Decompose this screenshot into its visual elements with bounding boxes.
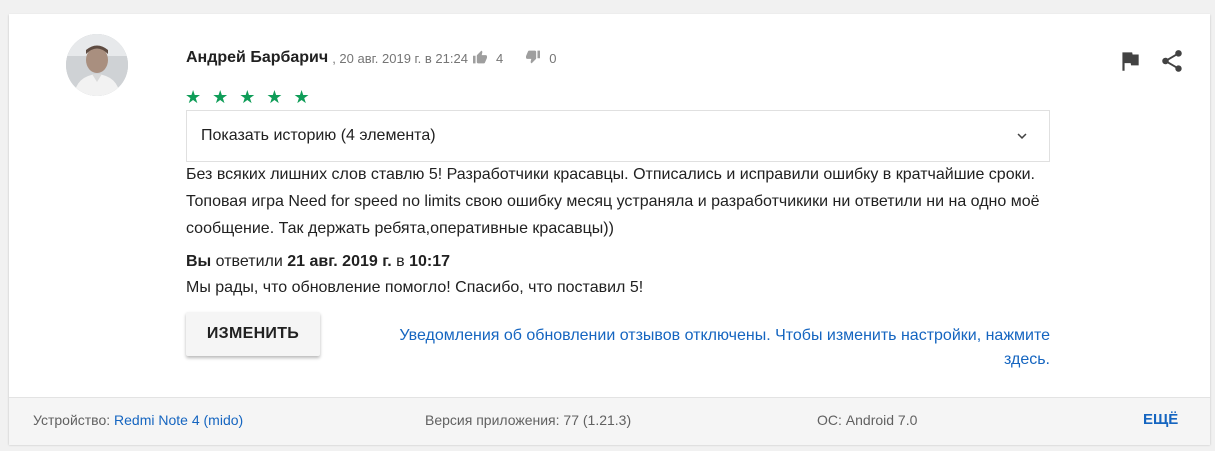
reply-time: 10:17	[409, 253, 451, 270]
history-dropdown[interactable]: Показать историю (4 элемента)	[186, 110, 1050, 162]
history-label: Показать историю (4 элемента)	[201, 127, 436, 144]
version-value: 77 (1.21.3)	[563, 412, 632, 428]
os-label: ОС:	[817, 412, 842, 428]
author-name: Андрей Барбарич	[186, 49, 329, 66]
review-header: Андрей Барбарич , 20 авг. 2019 г. в 21:2…	[186, 49, 556, 67]
thumb-up-icon[interactable]	[472, 50, 488, 67]
app-version: Версия приложения: 77 (1.21.3)	[425, 412, 631, 428]
reply-author: Вы	[186, 253, 212, 270]
os-value: Android 7.0	[845, 412, 918, 428]
review-card: Андрей Барбарич , 20 авг. 2019 г. в 21:2…	[9, 14, 1210, 445]
flag-icon[interactable]	[1117, 48, 1143, 74]
reply-verb: ответили	[215, 253, 283, 270]
upvote-count: 4	[495, 50, 504, 66]
reply-at: в	[396, 253, 405, 270]
more-button[interactable]: ЕЩЁ	[1143, 411, 1178, 428]
reply-text: Мы рады, что обновление помогло! Спасибо…	[186, 279, 644, 296]
device-info-footer: Устройство: Redmi Note 4 (mido) Версия п…	[9, 397, 1210, 445]
thumb-down-icon[interactable]	[525, 50, 541, 67]
reply-date: 21 авг. 2019 г.	[287, 253, 392, 270]
chevron-down-icon	[1013, 127, 1031, 150]
share-icon[interactable]	[1159, 48, 1185, 74]
device-link[interactable]: Redmi Note 4 (mido)	[114, 412, 243, 428]
device-label: Устройство:	[33, 412, 111, 428]
downvote-count: 0	[549, 50, 557, 66]
os-info: ОС: Android 7.0	[817, 412, 917, 428]
star-rating: ★ ★ ★ ★ ★	[185, 87, 313, 107]
device-info: Устройство: Redmi Note 4 (mido)	[33, 412, 243, 428]
notifications-notice-link[interactable]: Уведомления об обновлении отзывов отключ…	[354, 324, 1050, 372]
edit-button[interactable]: ИЗМЕНИТЬ	[186, 312, 320, 356]
vote-controls: 4 0	[468, 50, 556, 67]
review-text: Без всяких лишних слов ставлю 5! Разрабо…	[186, 166, 1040, 237]
version-label: Версия приложения:	[425, 412, 560, 428]
review-date: , 20 авг. 2019 г. в 21:24	[332, 50, 468, 66]
reply-meta: Вы ответили 21 авг. 2019 г. в 10:17	[186, 253, 450, 271]
avatar	[66, 34, 128, 96]
